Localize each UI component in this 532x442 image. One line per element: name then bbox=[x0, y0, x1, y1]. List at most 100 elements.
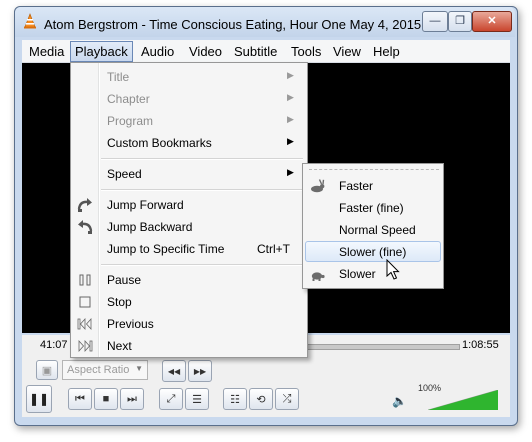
rabbit-icon bbox=[311, 179, 325, 193]
menu-help[interactable]: Help bbox=[373, 44, 400, 59]
menu-item-label: Title bbox=[107, 70, 130, 84]
menu-item-chapter[interactable]: Chapter ▶ bbox=[71, 88, 307, 109]
menu-separator bbox=[101, 158, 303, 160]
next-button[interactable]: ⏭ bbox=[120, 388, 144, 410]
menu-item-next[interactable]: Next bbox=[71, 335, 307, 356]
speed-item-label: Faster bbox=[339, 179, 374, 193]
menu-separator bbox=[101, 189, 303, 191]
menu-item-label: Next bbox=[107, 339, 132, 353]
speed-item-faster-fine[interactable]: Faster (fine) bbox=[305, 197, 441, 218]
playlist-button[interactable]: ☷ bbox=[223, 388, 247, 410]
total-time[interactable]: 1:08:55 bbox=[462, 339, 499, 351]
aspect-ratio-label: Aspect Ratio bbox=[67, 364, 130, 376]
menu-item-label: Custom Bookmarks bbox=[107, 136, 212, 150]
extended-settings-button[interactable]: ☰ bbox=[185, 388, 209, 410]
menu-item-label: Previous bbox=[107, 317, 154, 331]
snapshot-button[interactable]: ▣ bbox=[36, 360, 58, 380]
submenu-arrow-icon: ▶ bbox=[287, 167, 294, 177]
close-button[interactable]: ✕ bbox=[472, 11, 512, 32]
vlc-cone-icon bbox=[24, 13, 36, 29]
menu-item-jump-forward[interactable]: Jump Forward bbox=[71, 194, 307, 215]
slower-button[interactable]: ◀◀ bbox=[162, 360, 186, 382]
menu-item-program[interactable]: Program ▶ bbox=[71, 110, 307, 131]
stop-icon bbox=[79, 296, 91, 308]
menu-item-label: Program bbox=[107, 114, 154, 128]
menu-item-previous[interactable]: Previous bbox=[71, 313, 307, 334]
menu-item-label: Jump Backward bbox=[107, 220, 193, 234]
menu-item-label: Jump to Specific Time bbox=[107, 242, 225, 256]
turtle-icon bbox=[311, 272, 325, 281]
stop-icon: ■ bbox=[102, 393, 110, 405]
aspect-ratio-select[interactable]: Aspect Ratio ▼ bbox=[62, 360, 148, 380]
tear-off-line[interactable] bbox=[309, 169, 439, 171]
equalizer-icon: ☰ bbox=[192, 393, 202, 406]
fullscreen-button[interactable]: ⤢ bbox=[159, 388, 183, 410]
submenu-arrow-icon: ▶ bbox=[287, 92, 294, 102]
controls-panel: ▣ Aspect Ratio ▼ ◀◀ ▶▶ ❚❚ ⏮ ■ ⏭ ⤢ ☰ ☷ ⟲ … bbox=[22, 357, 510, 417]
rewind-icon: ◀◀ bbox=[167, 366, 181, 376]
playback-menu: Title ▶ Chapter ▶ Program ▶ Custom Bookm… bbox=[70, 62, 308, 358]
pause-icon bbox=[79, 274, 91, 286]
menu-item-label: Chapter bbox=[107, 92, 150, 106]
menu-view[interactable]: View bbox=[333, 44, 361, 59]
jump-forward-icon bbox=[77, 198, 92, 212]
menu-item-title[interactable]: Title ▶ bbox=[71, 66, 307, 87]
faster-button[interactable]: ▶▶ bbox=[188, 360, 212, 382]
menu-item-jump-to-time[interactable]: Jump to Specific Time Ctrl+T bbox=[71, 238, 307, 259]
menu-separator bbox=[101, 264, 303, 266]
pause-icon: ❚❚ bbox=[28, 392, 50, 406]
speed-item-label: Slower (fine) bbox=[339, 245, 407, 259]
loop-button[interactable]: ⟲ bbox=[249, 388, 273, 410]
volume-slider[interactable] bbox=[428, 390, 498, 410]
window-title: Atom Bergstrom - Time Conscious Eating, … bbox=[44, 17, 436, 32]
speed-item-label: Normal Speed bbox=[339, 223, 416, 237]
menu-tools[interactable]: Tools bbox=[291, 44, 321, 59]
menu-media[interactable]: Media bbox=[29, 44, 64, 59]
menu-playback[interactable]: Playback bbox=[70, 41, 133, 62]
menu-item-label: Speed bbox=[107, 167, 142, 181]
submenu-arrow-icon: ▶ bbox=[287, 114, 294, 124]
menu-item-label: Stop bbox=[107, 295, 132, 309]
fast-forward-icon: ▶▶ bbox=[193, 366, 207, 376]
next-icon bbox=[78, 339, 93, 353]
maximize-button[interactable]: ❐ bbox=[448, 11, 472, 32]
stop-button[interactable]: ■ bbox=[94, 388, 118, 410]
elapsed-time[interactable]: 41:07 bbox=[40, 339, 68, 351]
shuffle-button[interactable]: ⤮ bbox=[275, 388, 299, 410]
next-icon: ⏭ bbox=[127, 392, 137, 405]
menu-item-pause[interactable]: Pause bbox=[71, 269, 307, 290]
menu-video[interactable]: Video bbox=[189, 44, 222, 59]
menu-bar: Media Playback Audio Video Subtitle Tool… bbox=[22, 40, 510, 63]
speaker-icon[interactable]: 🔈 bbox=[392, 394, 407, 408]
menu-item-custom-bookmarks[interactable]: Custom Bookmarks ▶ bbox=[71, 132, 307, 153]
camera-icon: ▣ bbox=[41, 364, 53, 377]
shuffle-icon: ⤮ bbox=[282, 392, 292, 405]
speed-item-label: Slower bbox=[339, 267, 376, 281]
previous-button[interactable]: ⏮ bbox=[68, 388, 92, 410]
submenu-arrow-icon: ▶ bbox=[287, 70, 294, 80]
pause-button[interactable]: ❚❚ bbox=[26, 385, 52, 413]
menu-item-stop[interactable]: Stop bbox=[71, 291, 307, 312]
menu-item-label: Pause bbox=[107, 273, 142, 287]
menu-item-speed[interactable]: Speed ▶ bbox=[71, 163, 307, 184]
chevron-down-icon: ▼ bbox=[135, 364, 143, 373]
mouse-cursor-icon bbox=[386, 259, 400, 280]
speed-item-normal[interactable]: Normal Speed bbox=[305, 219, 441, 240]
fullscreen-icon: ⤢ bbox=[166, 392, 176, 405]
submenu-arrow-icon: ▶ bbox=[287, 136, 294, 146]
menu-item-shortcut: Ctrl+T bbox=[257, 242, 290, 256]
speed-item-slower[interactable]: Slower bbox=[305, 263, 441, 284]
volume-fill bbox=[428, 390, 498, 410]
playlist-icon: ☷ bbox=[230, 393, 240, 406]
speed-item-slower-fine[interactable]: Slower (fine) bbox=[305, 241, 441, 262]
speed-submenu: Faster Faster (fine) Normal Speed Slower… bbox=[302, 163, 444, 289]
minimize-button[interactable]: — bbox=[422, 11, 448, 32]
speed-item-faster[interactable]: Faster bbox=[305, 175, 441, 196]
menu-item-jump-backward[interactable]: Jump Backward bbox=[71, 216, 307, 237]
previous-icon: ⏮ bbox=[75, 392, 85, 405]
jump-backward-icon bbox=[78, 220, 93, 234]
menu-subtitle[interactable]: Subtitle bbox=[234, 44, 277, 59]
menu-audio[interactable]: Audio bbox=[141, 44, 174, 59]
previous-icon bbox=[77, 317, 92, 331]
speed-item-label: Faster (fine) bbox=[339, 201, 404, 215]
